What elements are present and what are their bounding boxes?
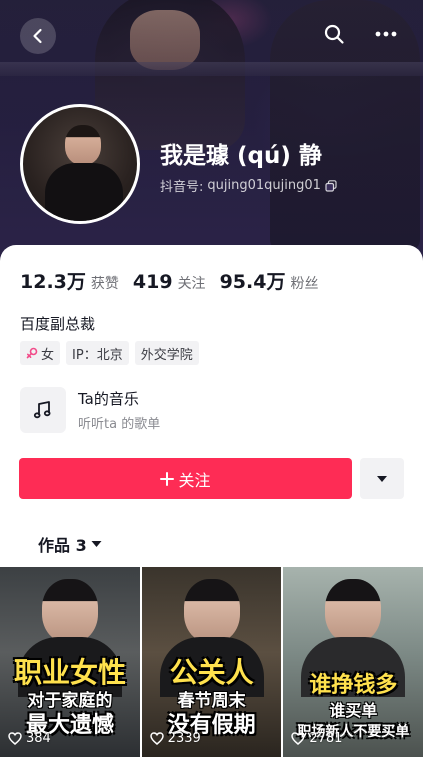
music-entry[interactable]: Ta的音乐 听听ta 的歌单 — [20, 387, 160, 433]
follow-button[interactable]: 关注 — [19, 458, 352, 499]
music-title: Ta的音乐 — [78, 390, 139, 408]
video-grid: 职业女性 对于家庭的 最大遗憾 384 公关人 春节周末 没有假期 2339 谁… — [0, 567, 423, 757]
profile-nickname: 我是璩 (qú) 静 — [160, 143, 322, 169]
female-icon — [26, 347, 38, 359]
caret-down-icon — [91, 541, 102, 547]
stat-label: 粉丝 — [290, 276, 319, 292]
video-thumb-person — [42, 579, 98, 643]
music-text: Ta的音乐 听听ta 的歌单 — [78, 388, 160, 432]
video-caption-main: 谁挣钱多 — [309, 673, 398, 698]
tag-ip: IP：北京 — [66, 341, 129, 365]
avatar[interactable] — [20, 104, 140, 224]
recommend-dropdown-button[interactable] — [360, 458, 404, 499]
plus-icon — [160, 471, 175, 486]
follow-label: 关注 — [178, 470, 211, 490]
stat-value: 12.3万 — [20, 271, 86, 293]
video-like-count: 2339 — [167, 731, 201, 746]
heart-icon — [8, 732, 22, 745]
video-caption-sub: 春节周末 — [177, 691, 246, 711]
stat-likes[interactable]: 12.3万 获赞 — [20, 267, 119, 294]
stats-row: 12.3万 获赞 419 关注 95.4万 粉丝 — [20, 267, 318, 294]
avatar-head — [65, 125, 101, 165]
video-tile[interactable]: 职业女性 对于家庭的 最大遗憾 384 — [0, 567, 140, 757]
video-thumb-person — [183, 579, 240, 643]
video-likes: 2339 — [149, 731, 201, 746]
video-caption-sub: 对于家庭的 — [27, 691, 113, 711]
works-tab-label: 作品 3 — [38, 536, 87, 555]
uid-label: 抖音号: — [160, 180, 204, 195]
music-note-icon — [33, 401, 51, 419]
stat-value: 419 — [132, 271, 173, 293]
avatar-body — [45, 163, 123, 221]
video-like-count: 384 — [26, 731, 51, 746]
stat-following[interactable]: 419 关注 — [133, 271, 206, 293]
video-thumb-person — [325, 579, 382, 643]
profile-bio: 百度副总裁 — [20, 315, 96, 333]
heart-icon — [149, 732, 164, 745]
more-button[interactable] — [368, 18, 404, 50]
chevron-left-icon — [33, 28, 42, 44]
music-subtitle: 听听ta 的歌单 — [78, 417, 161, 432]
profile-tags: 女 IP：北京 外交学院 — [20, 341, 199, 365]
tag-text: IP：北京 — [72, 347, 123, 363]
more-dots-icon — [375, 31, 397, 37]
video-caption-main: 职业女性 — [13, 656, 126, 689]
stat-label: 关注 — [177, 276, 206, 292]
video-tile[interactable]: 谁挣钱多 谁买单 职场新人不要买单 2781 — [283, 567, 423, 757]
stat-value: 95.4万 — [219, 271, 286, 293]
caret-down-icon — [377, 475, 387, 482]
video-likes: 384 — [8, 731, 51, 746]
uid-value: qujing01qujing01 — [207, 178, 321, 193]
video-caption-sub: 谁买单 — [329, 701, 378, 720]
search-button[interactable] — [318, 18, 350, 50]
stat-label: 获赞 — [90, 276, 119, 292]
tag-text: 女 — [41, 347, 55, 363]
heart-icon — [291, 732, 306, 745]
video-tile[interactable]: 公关人 春节周末 没有假期 2339 — [141, 567, 282, 757]
music-icon-box — [20, 387, 66, 433]
copy-icon[interactable] — [325, 179, 337, 192]
tag-school[interactable]: 外交学院 — [134, 341, 199, 365]
profile-panel: 12.3万 获赞 419 关注 95.4万 粉丝 百度副总裁 女 IP：北京 外… — [0, 245, 423, 757]
video-likes: 2781 — [291, 731, 342, 746]
uid-row[interactable]: 抖音号: qujing01qujing01 — [160, 176, 337, 195]
tab-works[interactable]: 作品 3 — [38, 532, 102, 556]
search-icon — [324, 24, 344, 44]
tag-text: 外交学院 — [140, 347, 193, 363]
tag-gender: 女 — [20, 341, 61, 365]
video-like-count: 2781 — [309, 731, 343, 746]
video-caption-main: 公关人 — [169, 656, 254, 689]
back-button[interactable] — [20, 18, 56, 54]
stat-followers[interactable]: 95.4万 粉丝 — [220, 267, 319, 294]
